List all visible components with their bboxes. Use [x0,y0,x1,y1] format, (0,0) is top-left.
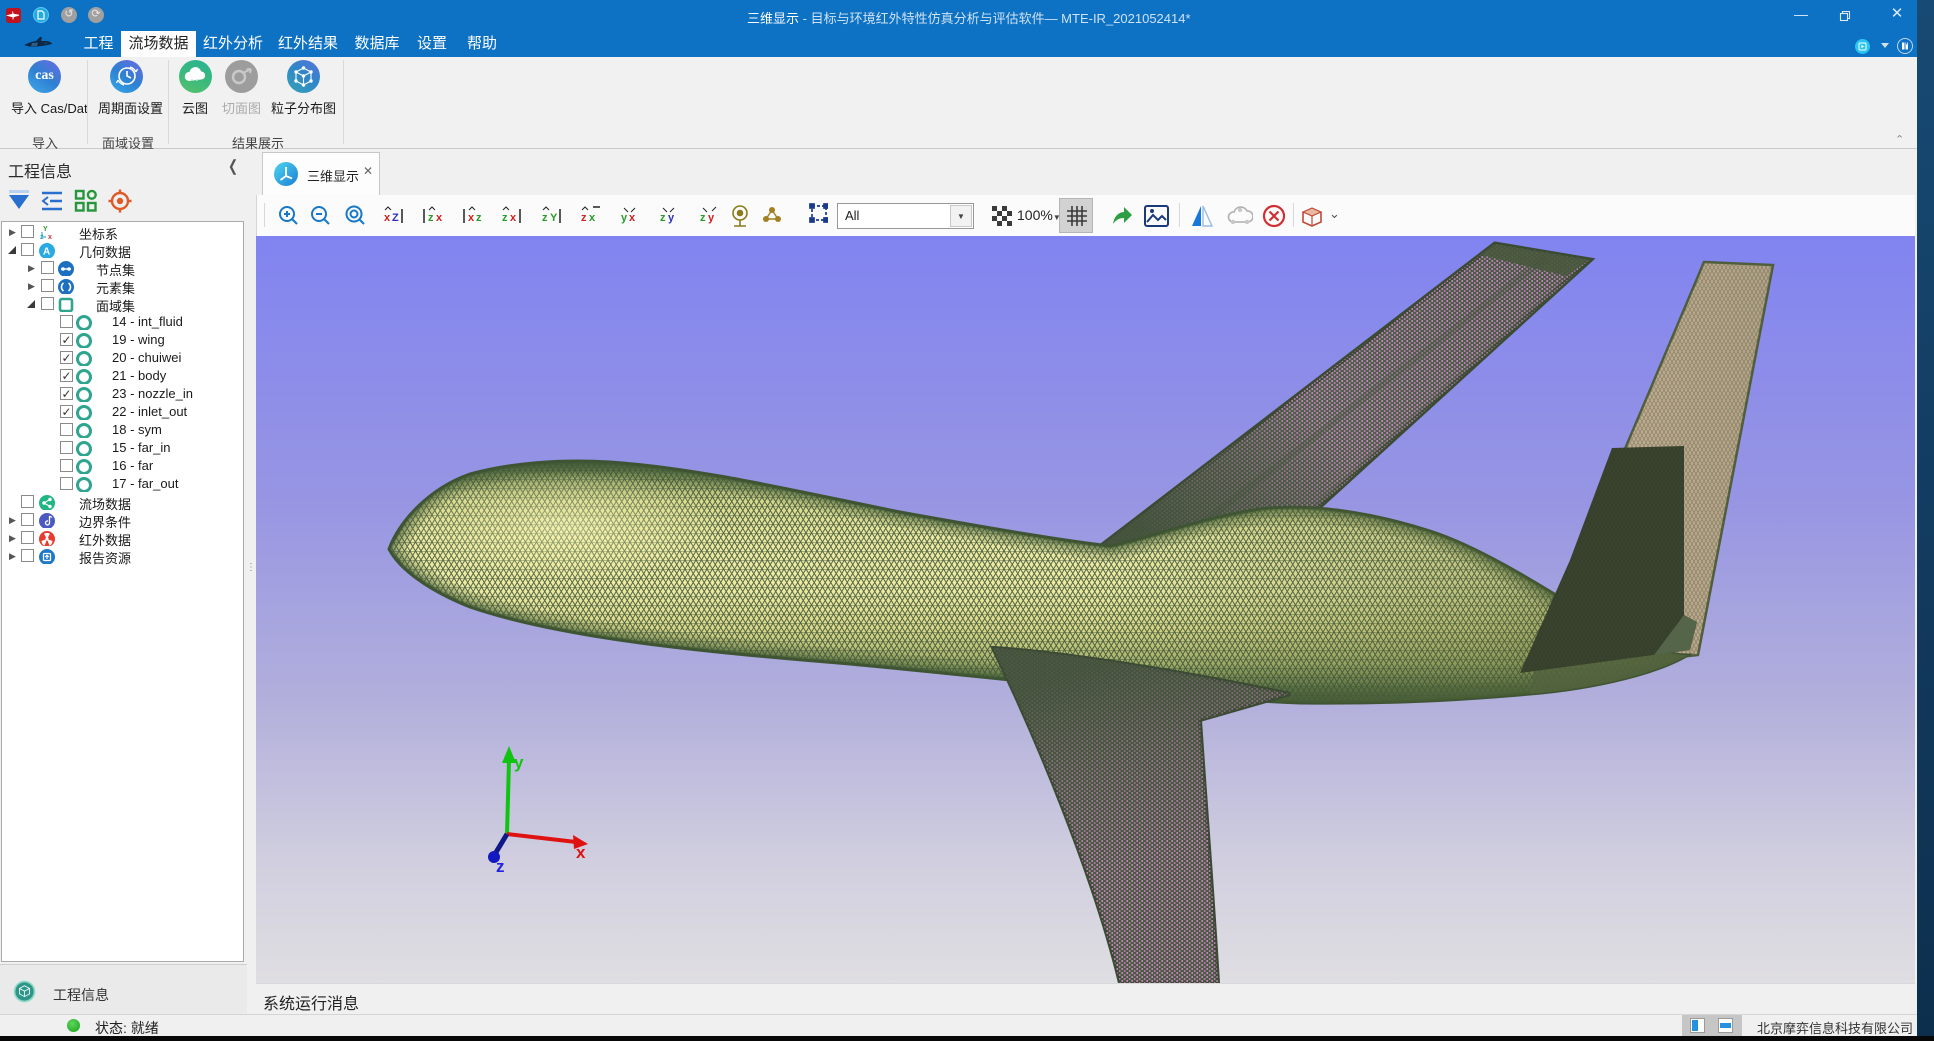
svg-text:x: x [629,212,636,224]
svg-text:z: z [496,857,505,876]
svg-text:Z: Z [392,212,399,224]
svg-text:Y: Y [43,226,48,233]
svg-text:z: z [581,212,587,224]
svg-text:A: A [43,247,50,258]
svg-text:z: z [476,212,482,224]
svg-text:z: z [502,212,508,224]
svg-text:Y: Y [550,212,558,224]
svg-text:y: y [514,753,524,772]
svg-text:x: x [589,212,596,224]
svg-text:x: x [510,212,517,224]
svg-text:z: z [428,212,434,224]
svg-text:x: x [384,212,391,224]
svg-text:x: x [468,212,475,224]
svg-text:x: x [436,212,443,224]
svg-text:y: y [668,212,675,224]
svg-text:y: y [708,212,715,224]
svg-text:z: z [542,212,548,224]
svg-text:y: y [621,212,628,224]
svg-text:x: x [576,843,586,862]
svg-text:z: z [700,212,706,224]
svg-text:z: z [660,212,666,224]
svg-text:x: x [48,234,52,240]
